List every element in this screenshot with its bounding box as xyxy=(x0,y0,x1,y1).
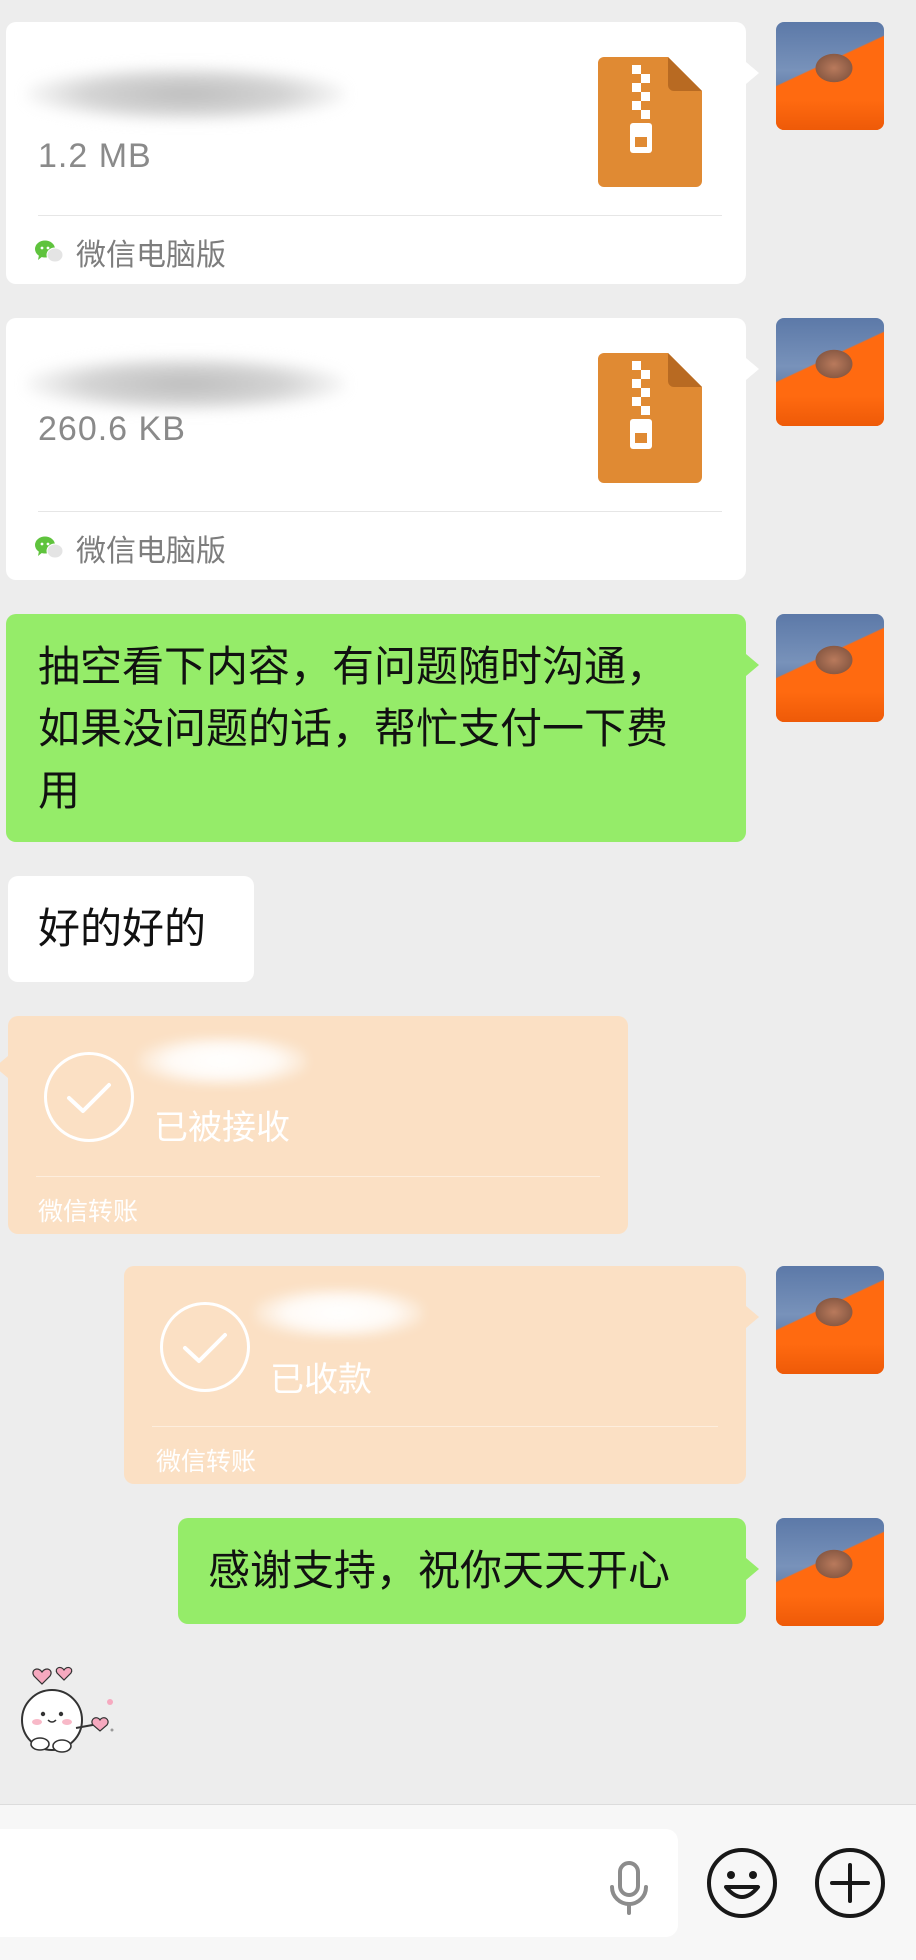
file-name-blurred xyxy=(26,66,346,122)
amount-blurred xyxy=(254,1288,424,1338)
source-row: 微信电脑版 xyxy=(34,232,226,273)
card-divider xyxy=(38,511,722,512)
file-name-blurred xyxy=(26,356,346,412)
avatar[interactable] xyxy=(776,22,884,130)
transfer-status: 已收款 xyxy=(270,1360,372,1400)
wechat-icon xyxy=(35,240,64,263)
message-text: 好的好的 xyxy=(38,904,207,953)
wechat-icon xyxy=(35,536,64,559)
transfer-label: 微信转账 xyxy=(156,1447,257,1476)
file-message-1[interactable]: 1.2 MB 微信电脑版 xyxy=(6,22,759,284)
avatar[interactable] xyxy=(776,1518,884,1626)
sent-text-message[interactable]: 感谢支持，祝你天天开心 xyxy=(178,1518,759,1624)
file-message-2[interactable]: 260.6 KB 微信电脑版 xyxy=(6,318,759,580)
source-row: 微信电脑版 xyxy=(34,528,226,569)
sent-text-message[interactable]: 抽空看下内容，有问题随时沟通， 如果没问题的话，帮忙支付一下费 用 xyxy=(6,614,759,842)
input-bar xyxy=(0,1804,916,1960)
avatar[interactable] xyxy=(776,614,884,722)
transfer-divider xyxy=(36,1176,600,1177)
message-input[interactable] xyxy=(0,1829,678,1937)
transfer-status: 已被接收 xyxy=(154,1108,290,1148)
avatar[interactable] xyxy=(776,318,884,426)
transfer-card-sent[interactable]: 已收款 微信转账 xyxy=(124,1266,759,1484)
bunny-sticker-icon[interactable] xyxy=(12,1664,120,1764)
message-line: 抽空看下内容，有问题随时沟通， xyxy=(38,642,669,691)
zip-file-icon xyxy=(598,353,702,483)
card-divider xyxy=(38,215,722,216)
message-text: 感谢支持，祝你天天开心 xyxy=(208,1546,671,1595)
file-size: 260.6 KB xyxy=(38,410,186,448)
received-text-message[interactable]: 好的好的 xyxy=(8,876,254,982)
transfer-card-received[interactable]: 已被接收 微信转账 xyxy=(0,1016,628,1234)
emoji-icon[interactable] xyxy=(706,1847,778,1919)
transfer-divider xyxy=(152,1426,718,1427)
check-circle-icon xyxy=(44,1052,134,1142)
plus-icon[interactable] xyxy=(814,1847,886,1919)
zip-file-icon xyxy=(598,57,702,187)
microphone-icon[interactable] xyxy=(604,1859,654,1917)
source-label: 微信电脑版 xyxy=(76,534,226,569)
source-label: 微信电脑版 xyxy=(76,238,226,273)
avatar[interactable] xyxy=(776,1266,884,1374)
message-line: 如果没问题的话，帮忙支付一下费 xyxy=(38,704,669,753)
amount-blurred xyxy=(138,1036,308,1086)
file-size: 1.2 MB xyxy=(38,137,152,175)
check-circle-icon xyxy=(160,1302,250,1392)
transfer-label: 微信转账 xyxy=(38,1197,139,1226)
message-line: 用 xyxy=(38,766,81,815)
